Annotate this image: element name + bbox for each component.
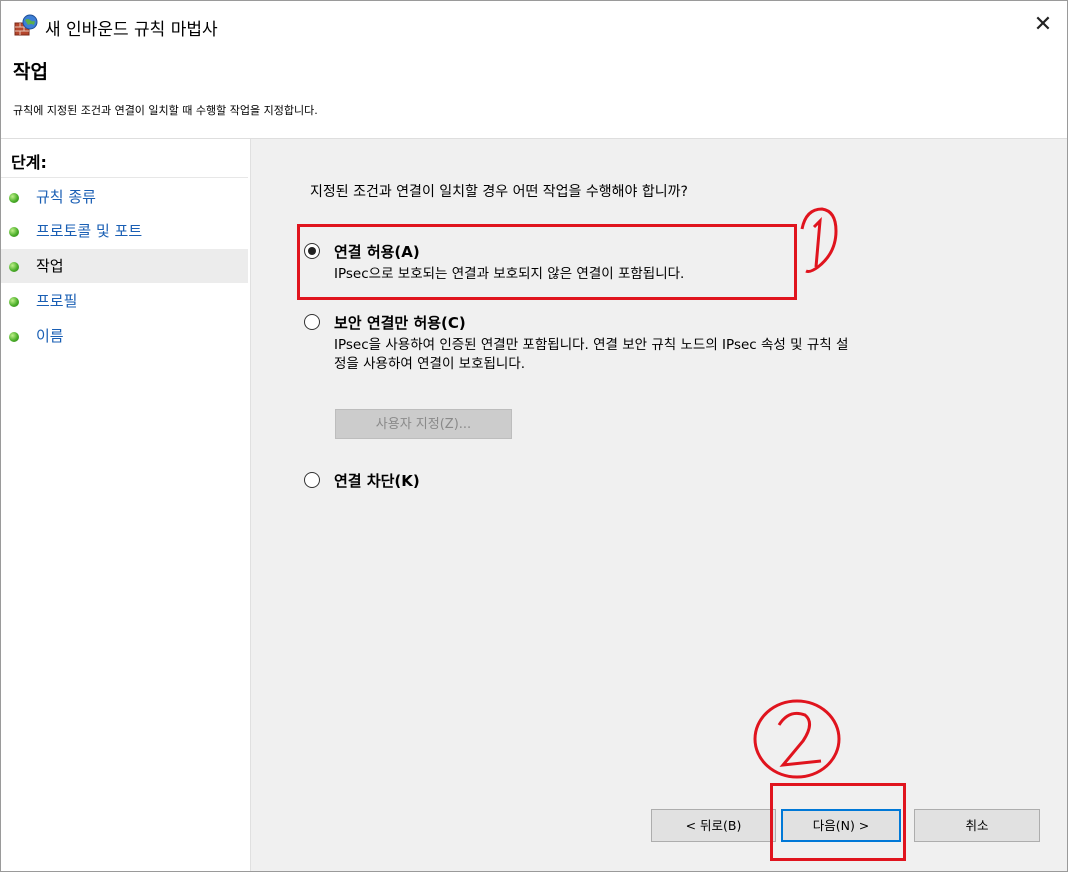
option-label[interactable]: 연결 허용(A): [334, 241, 420, 262]
cancel-button[interactable]: 취소: [914, 809, 1040, 842]
radio-block-connection[interactable]: [304, 472, 320, 488]
option-label[interactable]: 보안 연결만 허용(C): [334, 312, 466, 333]
step-label: 프로필: [36, 292, 78, 310]
customize-button: 사용자 지정(Z)...: [335, 409, 512, 439]
step-item-rule-type[interactable]: 규칙 종류: [1, 180, 248, 214]
window-title: 새 인바운드 규칙 마법사: [45, 20, 218, 40]
option-label[interactable]: 연결 차단(K): [334, 470, 420, 491]
firewall-globe-icon: [14, 14, 38, 36]
step-label: 프로토콜 및 포트: [36, 222, 143, 240]
description-line: 정을 사용하여 연결이 보호됩니다.: [334, 356, 526, 372]
option-description: IPsec을 사용하여 인증된 연결만 포함됩니다. 연결 보안 규칙 노드의 …: [334, 336, 1034, 374]
page-subheading: 규칙에 지정된 조건과 연결이 일치할 때 수행할 작업을 지정합니다.: [13, 104, 318, 117]
step-item-action: 작업: [1, 249, 248, 283]
content-pane: 지정된 조건과 연결이 일치할 경우 어떤 작업을 수행해야 합니까? 연결 허…: [251, 139, 1067, 871]
step-label: 이름: [36, 327, 64, 345]
step-status-dot-icon: [9, 262, 19, 272]
radio-allow-connection[interactable]: [304, 243, 320, 259]
close-icon: ✕: [1033, 12, 1053, 37]
description-line: IPsec을 사용하여 인증된 연결만 포함됩니다. 연결 보안 규칙 노드의 …: [334, 337, 849, 353]
back-button[interactable]: < 뒤로(B): [651, 809, 776, 842]
step-label: 규칙 종류: [36, 188, 96, 206]
close-button[interactable]: ✕: [1027, 9, 1059, 41]
step-status-dot-icon: [9, 297, 19, 307]
option-description: IPsec으로 보호되는 연결과 보호되지 않은 연결이 포함됩니다.: [334, 265, 814, 284]
radio-allow-secure-only[interactable]: [304, 314, 320, 330]
page-heading: 작업: [13, 61, 48, 83]
step-status-dot-icon: [9, 193, 19, 203]
wizard-window: 새 인바운드 규칙 마법사 ✕ 작업 규칙에 지정된 조건과 연결이 일치할 때…: [0, 0, 1068, 872]
action-question: 지정된 조건과 연결이 일치할 경우 어떤 작업을 수행해야 합니까?: [310, 184, 688, 200]
step-item-profile[interactable]: 프로필: [1, 284, 248, 318]
step-status-dot-icon: [9, 332, 19, 342]
step-status-dot-icon: [9, 227, 19, 237]
step-label: 작업: [36, 257, 64, 275]
title-bar: 새 인바운드 규칙 마법사 ✕: [1, 1, 1067, 51]
step-item-name[interactable]: 이름: [1, 319, 248, 353]
steps-divider: [1, 177, 248, 178]
next-button[interactable]: 다음(N) >: [781, 809, 901, 842]
steps-title: 단계:: [11, 153, 47, 172]
steps-pane: 단계: 규칙 종류 프로토콜 및 포트 작업 프로필 이름: [1, 139, 251, 871]
description-line: IPsec으로 보호되는 연결과 보호되지 않은 연결이 포함됩니다.: [334, 266, 685, 282]
step-item-protocol-ports[interactable]: 프로토콜 및 포트: [1, 214, 248, 248]
